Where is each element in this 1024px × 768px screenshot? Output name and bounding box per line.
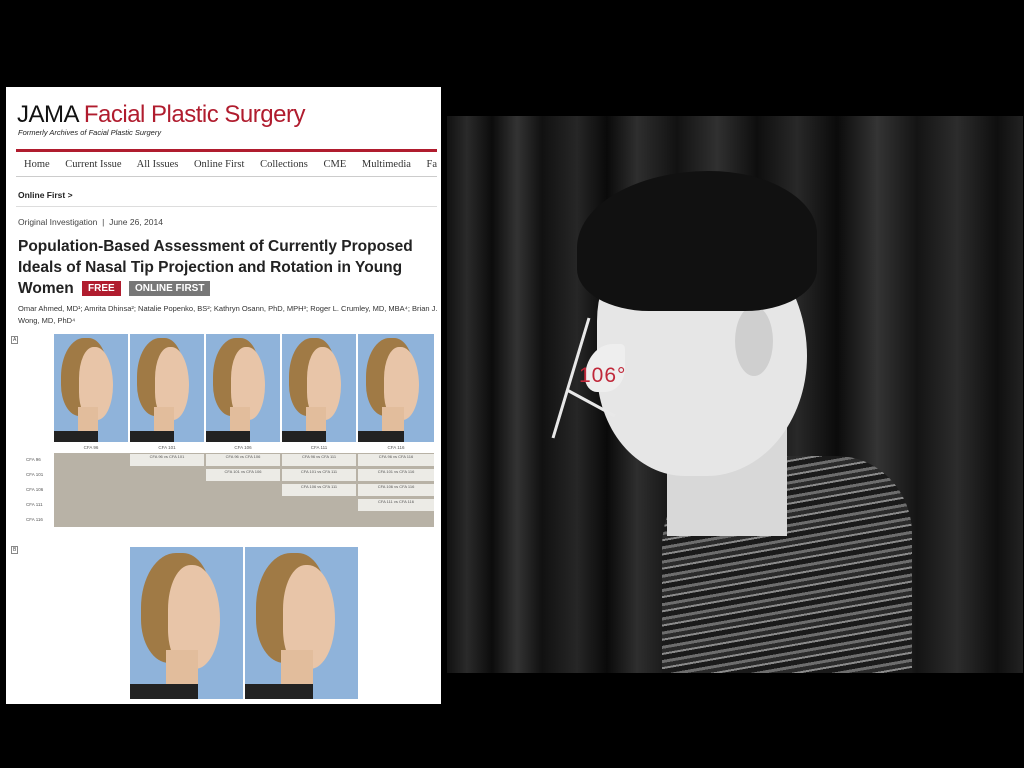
nav-cme[interactable]: CME bbox=[324, 159, 347, 170]
cfa-label: CFA 101 bbox=[158, 445, 176, 450]
row-label: CFA 96 bbox=[26, 457, 41, 462]
row-label: CFA 106 bbox=[26, 487, 44, 492]
lip-line bbox=[566, 388, 616, 418]
cfa-label: CFA 111 bbox=[310, 445, 328, 450]
comparison-cell: CFA 96 vs CFA 111 bbox=[282, 454, 356, 466]
comparison-cell: CFA 106 vs CFA 111 bbox=[282, 484, 356, 496]
article-title: Population-Based Assessment of Currently… bbox=[18, 238, 413, 297]
author-list: Omar Ahmed, MD¹; Amrita Dhinsa²; Natalie… bbox=[18, 304, 438, 325]
row-label: CFA 116 bbox=[26, 517, 43, 522]
profile-photo bbox=[282, 334, 356, 442]
nav-home[interactable]: Home bbox=[24, 159, 50, 170]
profile-photo-large bbox=[130, 547, 243, 699]
nav-multimedia[interactable]: Multimedia bbox=[362, 159, 411, 170]
meta-separator: | bbox=[99, 217, 107, 227]
profile-photo-large bbox=[245, 547, 358, 699]
header-divider bbox=[16, 149, 437, 152]
profile-photo bbox=[206, 334, 280, 442]
row-label: CFA 101 bbox=[26, 472, 44, 477]
journal-brand: JAMA bbox=[17, 101, 78, 128]
comparison-cell: CFA 101 vs CFA 106 bbox=[206, 469, 280, 481]
online-first-badge: ONLINE FIRST bbox=[129, 281, 211, 296]
breadcrumb[interactable]: Online First > bbox=[18, 190, 73, 200]
comparison-cell: CFA 96 vs CFA 101 bbox=[130, 454, 204, 466]
comparison-cell: CFA 96 vs CFA 106 bbox=[206, 454, 280, 466]
journal-title[interactable]: JAMA Facial Plastic Surgery bbox=[17, 101, 305, 129]
article-meta: Original Investigation | June 26, 2014 bbox=[18, 217, 163, 227]
free-badge: FREE bbox=[82, 281, 121, 296]
comparison-cell: CFA 106 vs CFA 116 bbox=[358, 484, 434, 496]
comparison-cell: CFA 101 vs CFA 111 bbox=[282, 469, 356, 481]
row-label: CFA 111 bbox=[26, 502, 43, 507]
comparison-cell: CFA 96 vs CFA 116 bbox=[358, 454, 434, 466]
journal-page: JAMA Facial Plastic Surgery Formerly Arc… bbox=[6, 87, 441, 704]
figure-panel-b-label: B bbox=[11, 546, 19, 554]
profile-photo bbox=[54, 334, 128, 442]
profile-photo bbox=[358, 334, 434, 442]
nav-current-issue[interactable]: Current Issue bbox=[65, 159, 121, 170]
nav-all-issues[interactable]: All Issues bbox=[137, 159, 179, 170]
nav-more[interactable]: Fa bbox=[427, 159, 438, 170]
nav-online-first[interactable]: Online First bbox=[194, 159, 244, 170]
profile-photo bbox=[130, 334, 204, 442]
nav-collections[interactable]: Collections bbox=[260, 159, 308, 170]
journal-name: Facial Plastic Surgery bbox=[83, 101, 306, 128]
main-nav: Home Current Issue All Issues Online Fir… bbox=[24, 159, 441, 170]
profile-portrait: 106° bbox=[447, 116, 1023, 673]
cfa-label: CFA 106 bbox=[234, 445, 252, 450]
figure-panel-a-label: A bbox=[11, 336, 19, 344]
article-date: June 26, 2014 bbox=[109, 217, 163, 227]
cfa-label: CFA 96 bbox=[83, 445, 99, 450]
angle-label: 106° bbox=[579, 364, 627, 387]
comparison-cell: CFA 111 vs CFA 116 bbox=[358, 499, 434, 511]
breadcrumb-divider bbox=[16, 206, 437, 207]
nasolabial-angle-lines bbox=[551, 317, 616, 439]
journal-subtitle: Formerly Archives of Facial Plastic Surg… bbox=[18, 128, 162, 137]
cfa-label: CFA 116 bbox=[387, 445, 405, 450]
article-type: Original Investigation bbox=[18, 217, 98, 227]
article-title-block: Population-Based Assessment of Currently… bbox=[18, 236, 438, 299]
nav-divider bbox=[16, 176, 437, 177]
comparison-cell: CFA 101 vs CFA 116 bbox=[358, 469, 434, 481]
